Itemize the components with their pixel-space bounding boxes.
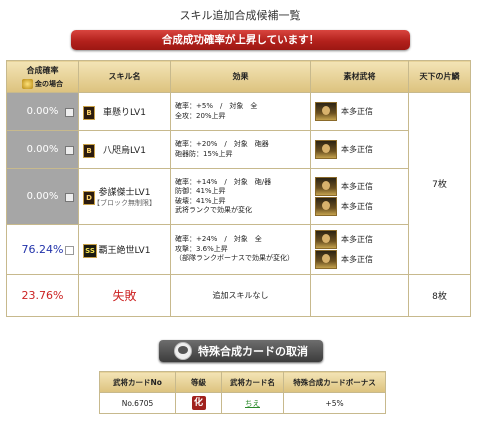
rate-cell: 0.00% xyxy=(6,92,79,131)
card-bonus: +5% xyxy=(283,392,386,414)
info-header-name: 武将カード名 xyxy=(221,371,284,393)
skill-checkbox[interactable] xyxy=(65,145,74,155)
table-row[interactable]: 0.00% D 参謀傑士LV1 【ブロック無制限】 確率：+14% / 対象 砲… xyxy=(6,168,471,225)
card-name[interactable]: ちえ xyxy=(221,392,284,414)
skill-name-cell: B 八咫烏LV1 xyxy=(78,130,171,169)
general-portrait-icon xyxy=(315,177,337,196)
rate-cell: 0.00% xyxy=(6,130,79,169)
material-general[interactable]: 本多正信 xyxy=(315,250,404,270)
material-cell: 本多正信 xyxy=(310,130,409,169)
header-material: 素材武将 xyxy=(310,60,409,93)
success-rate-banner: 合成成功確率が上昇しています！ xyxy=(71,30,410,50)
general-portrait-icon xyxy=(315,102,337,121)
rank-icon: B xyxy=(83,143,95,158)
effect-cell: 確率：+24% / 対象 全 攻撃：3.6%上昇 （部隊ランクボーナスで効果が変… xyxy=(170,224,311,275)
fail-label: 失敗 xyxy=(78,274,171,317)
fail-tenka: 8枚 xyxy=(408,274,471,317)
card-name-link[interactable]: ちえ xyxy=(245,399,260,408)
material-cell: 本多正信 xyxy=(310,92,409,131)
effect-cell: 確率：+20% / 対象 砲器 砲器防：15%上昇 xyxy=(170,130,311,169)
material-general[interactable]: 本多正信 xyxy=(315,102,404,122)
info-header-row: 武将カードNo 等級 武将カード名 特殊合成カードボーナス xyxy=(99,371,386,393)
header-effect: 効果 xyxy=(170,60,311,93)
general-portrait-icon xyxy=(315,230,337,249)
effect-cell: 確率：+14% / 対象 砲/器 防御：41%上昇 破壊：41%上昇 武将ランク… xyxy=(170,168,311,225)
skill-name-cell: B 車懸りLV1 xyxy=(78,92,171,131)
card-grade: 化 xyxy=(175,392,222,414)
page-title: スキル追加合成候補一覧 xyxy=(179,9,301,22)
skill-candidate-table: 合成確率 金の場合 スキル名 効果 素材武将 天下の片鱗 0.00% B 車懸り… xyxy=(6,60,471,317)
material-general[interactable]: 本多正信 xyxy=(315,177,404,197)
table-row[interactable]: 76.24% SS 覇王絶世LV1 確率：+24% / 対象 全 攻撃：3.6%… xyxy=(6,224,471,275)
fail-effect: 追加スキルなし xyxy=(170,274,311,317)
material-cell: 本多正信 本多正信 xyxy=(310,168,409,225)
effect-cell: 確率：+5% / 対象 全 全攻：20%上昇 xyxy=(170,92,311,131)
rank-icon: D xyxy=(83,190,95,205)
info-header-grade: 等級 xyxy=(175,371,222,393)
skill-name-cell: SS 覇王絶世LV1 xyxy=(78,224,171,275)
grade-badge-icon: 化 xyxy=(191,396,206,410)
header-rate: 合成確率 金の場合 xyxy=(6,60,79,93)
rate-cell: 76.24% xyxy=(6,224,79,275)
general-portrait-icon xyxy=(315,250,337,269)
tenka-count-cell: 7枚 xyxy=(408,92,471,275)
skill-checkbox[interactable] xyxy=(65,192,74,202)
material-general[interactable]: 本多正信 xyxy=(315,140,404,160)
special-card-info-table: 武将カードNo 等級 武将カード名 特殊合成カードボーナス No.6705 化 … xyxy=(99,371,386,414)
card-no: No.6705 xyxy=(99,392,176,414)
table-header-row: 合成確率 金の場合 スキル名 効果 素材武将 天下の片鱗 xyxy=(6,60,471,93)
info-row: No.6705 化 ちえ +5% xyxy=(99,392,386,414)
info-header-bonus: 特殊合成カードボーナス xyxy=(283,371,386,393)
rate-cell: 0.00% xyxy=(6,168,79,225)
skill-checkbox[interactable] xyxy=(65,245,74,255)
fail-rate-cell: 23.76% xyxy=(6,274,79,317)
fail-material xyxy=(310,274,409,317)
table-row[interactable]: 0.00% B 八咫烏LV1 確率：+20% / 対象 砲器 砲器防：15%上昇… xyxy=(6,130,471,169)
table-row[interactable]: 0.00% B 車懸りLV1 確率：+5% / 対象 全 全攻：20%上昇 本多… xyxy=(6,92,471,275)
material-general[interactable]: 本多正信 xyxy=(315,197,404,217)
skill-checkbox[interactable] xyxy=(65,107,74,117)
general-portrait-icon xyxy=(315,197,337,216)
rank-icon: SS xyxy=(83,243,97,258)
info-header-no: 武将カードNo xyxy=(99,371,176,393)
header-skill: スキル名 xyxy=(78,60,171,93)
character-icon xyxy=(174,342,192,360)
cancel-special-card-button[interactable]: 特殊合成カードの取消 xyxy=(159,340,323,362)
gold-icon xyxy=(22,78,33,89)
header-tenka: 天下の片鱗 xyxy=(408,60,471,93)
rank-icon: B xyxy=(83,105,95,120)
fail-row: 23.76% 失敗 追加スキルなし 8枚 xyxy=(6,274,471,317)
material-general[interactable]: 本多正信 xyxy=(315,230,404,250)
general-portrait-icon xyxy=(315,140,337,159)
skill-name-cell: D 参謀傑士LV1 【ブロック無制限】 xyxy=(78,168,171,225)
material-cell: 本多正信 本多正信 xyxy=(310,224,409,275)
